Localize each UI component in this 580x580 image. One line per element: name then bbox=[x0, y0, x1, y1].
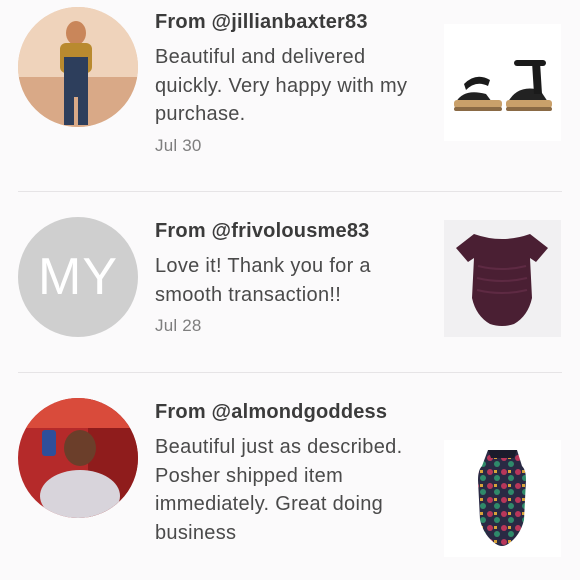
reviewer-username[interactable]: From @frivolousme83 bbox=[155, 219, 435, 243]
product-thumbnail[interactable] bbox=[444, 440, 561, 557]
avatar[interactable] bbox=[18, 7, 138, 127]
product-thumbnail[interactable] bbox=[444, 24, 561, 141]
patterned-swimsuit-icon bbox=[478, 450, 526, 546]
avatar[interactable]: MY bbox=[18, 217, 138, 337]
review-message: Love it! Thank you for a smooth transact… bbox=[155, 255, 371, 306]
review-date: Jul 28 bbox=[155, 316, 202, 335]
divider bbox=[18, 191, 562, 192]
product-thumbnail[interactable] bbox=[444, 220, 561, 337]
review-text: From @almondgoddess Beautiful just as de… bbox=[155, 400, 425, 547]
reviewer-username[interactable]: From @almondgoddess bbox=[155, 400, 425, 424]
review-message: Beautiful just as described. Posher ship… bbox=[155, 436, 403, 544]
swimsuit-icon bbox=[444, 220, 561, 337]
review-text: From @frivolousme83 Love it! Thank you f… bbox=[155, 219, 435, 336]
sandal-icon bbox=[444, 24, 561, 141]
review-feed: From @jillianbaxter83 Beautiful and deli… bbox=[0, 0, 580, 580]
divider bbox=[18, 372, 562, 373]
reviewer-username[interactable]: From @jillianbaxter83 bbox=[155, 10, 435, 34]
review-date: Jul 30 bbox=[155, 135, 202, 155]
avatar-photo bbox=[18, 7, 138, 127]
avatar-photo bbox=[18, 398, 138, 518]
avatar-initials: MY bbox=[18, 217, 138, 337]
avatar[interactable] bbox=[18, 398, 138, 518]
review-message: Beautiful and delivered quickly. Very ha… bbox=[155, 46, 408, 125]
review-text: From @jillianbaxter83 Beautiful and deli… bbox=[155, 10, 435, 156]
